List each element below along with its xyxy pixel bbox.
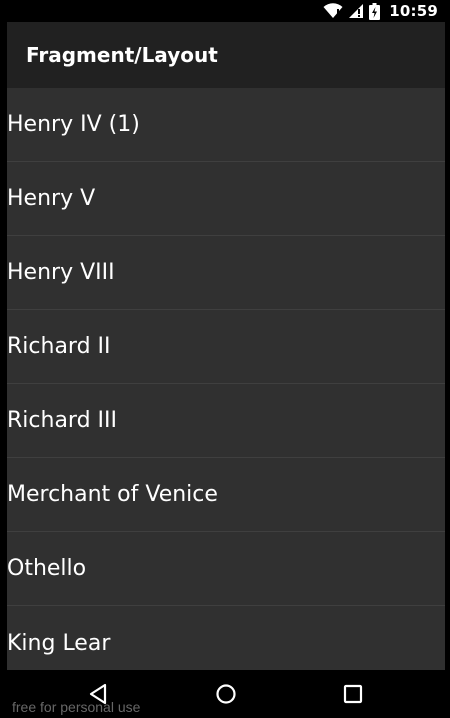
list-item[interactable]: Richard II [7, 310, 445, 384]
list-item-label: Merchant of Venice [7, 482, 218, 507]
list-item-label: Henry IV (1) [7, 112, 140, 137]
recents-icon [343, 684, 363, 708]
app-window: Fragment/Layout Henry IV (1) Henry V Hen… [7, 22, 445, 670]
play-list: Henry IV (1) Henry V Henry VIII Richard … [7, 88, 445, 670]
battery-charging-icon [369, 2, 381, 20]
action-bar-title: Fragment/Layout [26, 43, 218, 67]
status-bar: 10:59 [0, 0, 450, 22]
list-item[interactable]: King Lear [7, 606, 445, 670]
recents-button[interactable] [341, 684, 365, 708]
list-item[interactable]: Henry IV (1) [7, 88, 445, 162]
list-item[interactable]: Richard III [7, 384, 445, 458]
list-item-label: King Lear [7, 630, 111, 656]
home-icon [215, 683, 237, 709]
list-item-label: Othello [7, 556, 87, 581]
list-item-label: Henry V [7, 186, 96, 211]
list-item-label: Richard III [7, 408, 117, 433]
list-item-label: Henry VIII [7, 260, 115, 285]
home-button[interactable] [214, 684, 238, 708]
status-time: 10:59 [389, 2, 438, 20]
list-item[interactable]: Othello [7, 532, 445, 606]
list-item[interactable]: Henry V [7, 162, 445, 236]
wifi-icon [323, 3, 343, 19]
action-bar: Fragment/Layout [7, 22, 445, 88]
list-item-label: Richard II [7, 334, 111, 359]
signal-icon [348, 3, 364, 19]
screen: 10:59 Fragment/Layout Henry IV (1) Henry… [0, 0, 450, 718]
list-item[interactable]: Merchant of Venice [7, 458, 445, 532]
list-item[interactable]: Henry VIII [7, 236, 445, 310]
watermark-text: free for personal use [12, 699, 141, 715]
